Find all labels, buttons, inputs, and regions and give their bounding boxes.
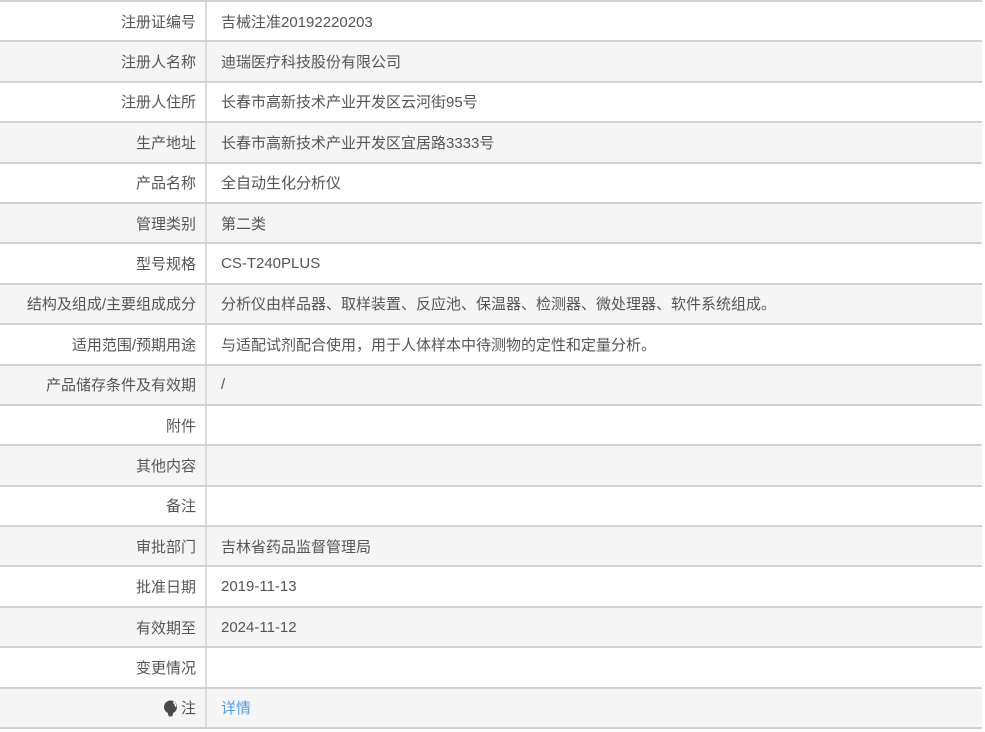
row-label-text: 注册人名称 bbox=[120, 54, 196, 72]
row-label-cell: 结构及组成/主要组成成分 bbox=[0, 284, 207, 324]
row-label-cell: 批准日期 bbox=[0, 567, 207, 606]
table-row: 其他内容 bbox=[0, 446, 982, 487]
table-row: 注册人住所 长春市高新技术产业开发区云河街95号 bbox=[0, 82, 982, 124]
table-row: 产品储存条件及有效期 / bbox=[0, 365, 982, 406]
row-value-text: 第二类 bbox=[221, 215, 267, 233]
row-label-text: 备注 bbox=[165, 498, 196, 516]
row-label-cell: 有效期至 bbox=[0, 607, 207, 647]
table-row: 型号规格 CS-T240PLUS bbox=[0, 244, 982, 285]
row-value-text: 长春市高新技术产业开发区宜居路3333号 bbox=[221, 134, 495, 152]
row-label-text: 注册证编号 bbox=[120, 13, 196, 31]
row-label-text: 有效期至 bbox=[135, 619, 196, 637]
row-label-cell: 生产地址 bbox=[0, 123, 207, 162]
row-label-cell: 型号规格 bbox=[0, 244, 207, 283]
row-label-text: 适用范围/预期用途 bbox=[71, 336, 196, 354]
row-label-text: 产品名称 bbox=[135, 175, 196, 193]
row-value-text: 与适配试剂配合使用，用于人体样本中待测物的定性和定量分析。 bbox=[221, 336, 657, 354]
row-value-cell: / bbox=[207, 366, 982, 404]
row-value-cell: 2019-11-13 bbox=[207, 567, 982, 605]
row-label-text: 审批部门 bbox=[135, 538, 196, 556]
row-value-text: 全自动生化分析仪 bbox=[221, 175, 342, 193]
row-value-cell: CS-T240PLUS bbox=[207, 244, 982, 282]
row-value-text: CS-T240PLUS bbox=[221, 255, 321, 273]
row-label-text: 结构及组成/主要组成成分 bbox=[26, 296, 196, 314]
row-value-cell: 分析仪由样品器、取样装置、反应池、保温器、检测器、微处理器、软件系统组成。 bbox=[207, 285, 982, 323]
row-label-text: 附件 bbox=[165, 417, 196, 435]
table-row: 注册证编号 吉械注准20192220203 bbox=[0, 2, 982, 43]
table-row: 附件 bbox=[0, 405, 982, 447]
row-value-text: 吉林省药品监督管理局 bbox=[221, 538, 372, 556]
table-row: 注 详情 bbox=[0, 688, 982, 730]
row-value-cell: 吉林省药品监督管理局 bbox=[207, 527, 982, 565]
row-label-text: 注 bbox=[180, 700, 196, 718]
row-value-cell: 吉械注准20192220203 bbox=[207, 2, 982, 40]
table-row: 适用范围/预期用途 与适配试剂配合使用，用于人体样本中待测物的定性和定量分析。 bbox=[0, 325, 982, 366]
row-label-cell: 注册人住所 bbox=[0, 82, 207, 122]
row-value-text: 长春市高新技术产业开发区云河街95号 bbox=[221, 94, 478, 112]
table-row: 生产地址 长春市高新技术产业开发区宜居路3333号 bbox=[0, 123, 982, 164]
row-value-cell bbox=[207, 446, 982, 484]
row-label-text: 型号规格 bbox=[135, 256, 196, 274]
row-value-cell: 长春市高新技术产业开发区宜居路3333号 bbox=[207, 123, 982, 161]
row-value-cell: 第二类 bbox=[207, 204, 982, 242]
row-value-text: 2019-11-13 bbox=[221, 578, 297, 596]
row-label-cell: 管理类别 bbox=[0, 203, 207, 243]
row-label-cell: 产品储存条件及有效期 bbox=[0, 365, 207, 404]
table-row: 管理类别 第二类 bbox=[0, 203, 982, 245]
row-value-text: 2024-11-12 bbox=[221, 618, 297, 636]
row-value-text: 吉械注准20192220203 bbox=[221, 13, 373, 31]
table-row: 批准日期 2019-11-13 bbox=[0, 567, 982, 608]
row-label-cell: 附件 bbox=[0, 405, 207, 445]
row-label-text: 产品储存条件及有效期 bbox=[45, 377, 196, 395]
row-label-text: 批准日期 bbox=[135, 579, 196, 597]
row-label-cell: 注册人名称 bbox=[0, 42, 207, 81]
table-row: 审批部门 吉林省药品监督管理局 bbox=[0, 527, 982, 568]
table-row: 结构及组成/主要组成成分 分析仪由样品器、取样装置、反应池、保温器、检测器、微处… bbox=[0, 284, 982, 326]
row-label-cell: 备注 bbox=[0, 486, 207, 526]
row-value-cell: 迪瑞医疗科技股份有限公司 bbox=[207, 42, 982, 80]
row-value-cell: 详情 bbox=[207, 689, 982, 727]
row-label-cell: 注 bbox=[0, 688, 207, 728]
row-label-cell: 其他内容 bbox=[0, 446, 207, 485]
row-label-text: 生产地址 bbox=[135, 134, 196, 152]
table-row: 变更情况 bbox=[0, 648, 982, 689]
registration-info-table: 注册证编号 吉械注准20192220203 注册人名称 迪瑞医疗科技股份有限公司 bbox=[0, 0, 982, 730]
row-value-cell: 2024-11-12 bbox=[207, 608, 982, 646]
row-label-cell: 产品名称 bbox=[0, 163, 207, 202]
row-value-cell bbox=[207, 487, 982, 525]
table-row: 有效期至 2024-11-12 bbox=[0, 607, 982, 649]
row-value-cell bbox=[207, 648, 982, 686]
row-value-cell bbox=[207, 406, 982, 444]
table-row: 注册人名称 迪瑞医疗科技股份有限公司 bbox=[0, 42, 982, 83]
row-value-cell: 长春市高新技术产业开发区云河街95号 bbox=[207, 83, 982, 121]
row-label-cell: 注册证编号 bbox=[0, 2, 207, 41]
row-label-text: 变更情况 bbox=[135, 659, 196, 677]
row-value-text: / bbox=[221, 376, 226, 394]
row-label-cell: 适用范围/预期用途 bbox=[0, 325, 207, 364]
row-label-text: 其他内容 bbox=[135, 457, 196, 475]
row-value-text: 分析仪由样品器、取样装置、反应池、保温器、检测器、微处理器、软件系统组成。 bbox=[221, 296, 777, 314]
row-value-cell: 与适配试剂配合使用，用于人体样本中待测物的定性和定量分析。 bbox=[207, 325, 982, 363]
details-link[interactable]: 详情 bbox=[221, 697, 251, 718]
row-label-cell: 审批部门 bbox=[0, 527, 207, 566]
table-row: 备注 bbox=[0, 486, 982, 528]
row-value-cell: 全自动生化分析仪 bbox=[207, 164, 982, 202]
row-label-text: 注册人住所 bbox=[120, 94, 196, 112]
row-value-text: 迪瑞医疗科技股份有限公司 bbox=[221, 54, 402, 72]
table-row: 产品名称 全自动生化分析仪 bbox=[0, 163, 982, 204]
lightbulb-icon bbox=[163, 700, 178, 717]
row-label-text: 管理类别 bbox=[135, 215, 196, 233]
row-label-cell: 变更情况 bbox=[0, 648, 207, 687]
